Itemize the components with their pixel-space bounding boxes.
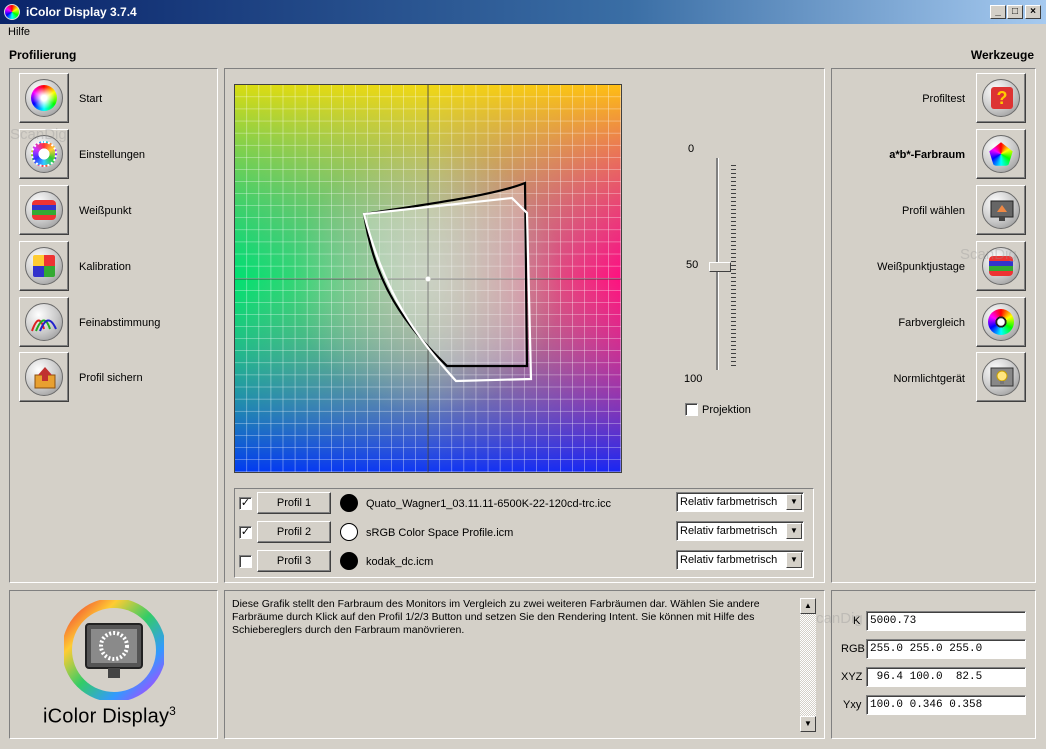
kalibration-button[interactable]	[19, 241, 69, 291]
profile-3-intent-select[interactable]: Relativ farbmetrisch ▼	[676, 550, 804, 570]
profile-3-swatch	[340, 552, 358, 570]
scroll-up-icon[interactable]: ▲	[800, 598, 816, 614]
description-scrollbar[interactable]: ▲ ▼	[800, 598, 816, 732]
weisspunkt-button[interactable]	[19, 185, 69, 235]
weisspunktjustage-label: Weißpunktjustage	[877, 261, 965, 273]
start-button[interactable]	[19, 73, 69, 123]
profil-sichern-button[interactable]	[19, 352, 69, 402]
gamut-plot	[235, 85, 621, 472]
profil-waehlen-button[interactable]	[976, 185, 1026, 235]
profile-select-icon	[990, 200, 1014, 221]
chevron-down-icon[interactable]: ▼	[786, 523, 802, 539]
profiltest-button[interactable]: ?	[976, 73, 1026, 123]
title-bar: iColor Display 3.7.4 _ □ ×	[0, 0, 1046, 24]
logo-text-main: iColor Display	[43, 705, 170, 728]
profile-3-intent-value: Relativ farbmetrisch	[680, 554, 778, 566]
logo-superscript: 3	[169, 704, 177, 718]
profiltest-label: Profiltest	[922, 93, 965, 105]
measure-label-yxy: Yxy	[843, 699, 862, 711]
color-wheel-icon	[31, 85, 57, 111]
normlichtgeraet-label: Normlichtgerät	[893, 373, 965, 385]
icolor-logo-icon	[64, 600, 164, 700]
lightness-slider-thumb[interactable]	[709, 262, 731, 272]
settings-wheel-icon	[31, 141, 57, 167]
profile-2-intent-value: Relativ farbmetrisch	[680, 525, 778, 537]
farbvergleich-button[interactable]	[976, 297, 1026, 347]
save-box-icon	[34, 367, 56, 389]
measure-field-xyz[interactable]: 96.4 100.0 82.5	[866, 667, 1026, 687]
profile-2-file: sRGB Color Space Profile.icm	[366, 527, 514, 539]
einstellungen-label: Einstellungen	[79, 149, 146, 161]
weisspunkt-label: Weißpunkt	[79, 205, 132, 217]
slider-ticks	[731, 165, 736, 367]
maximize-button[interactable]: □	[1007, 5, 1023, 19]
profile-1-checkbox[interactable]: ✓	[239, 497, 252, 510]
app-icon	[4, 4, 20, 20]
measure-label-k: K	[853, 615, 861, 627]
measure-field-rgb[interactable]: 255.0 255.0 255.0	[866, 639, 1026, 659]
ab-farbraum-label: a*b*-Farbraum	[889, 149, 965, 161]
profile-2-intent-select[interactable]: Relativ farbmetrisch ▼	[676, 521, 804, 541]
watermark: ScanDig	[960, 246, 1017, 263]
projection-checkbox[interactable]	[685, 403, 698, 416]
logo-text: iColor Display3	[43, 704, 176, 729]
ab-farbraum-button[interactable]	[976, 129, 1026, 179]
white-point-icon	[32, 200, 56, 220]
color-compare-icon	[988, 309, 1014, 335]
profile-3-file: kodak_dc.icm	[366, 556, 434, 568]
profile-1-file: Quato_Wagner1_03.11.11-6500K-22-120cd-tr…	[366, 498, 611, 510]
menu-bar: Hilfe	[0, 24, 1046, 42]
description-text: Diese Grafik stellt den Farbraum des Mon…	[232, 598, 760, 636]
slider-bottom-label: 100	[684, 373, 703, 385]
profil-sichern-label: Profil sichern	[79, 372, 143, 384]
normlichtgeraet-button[interactable]	[976, 352, 1026, 402]
projection-label: Projektion	[702, 404, 751, 416]
measure-field-k[interactable]: 5000.73	[866, 611, 1026, 631]
curves-icon	[31, 319, 57, 332]
profile-3-checkbox[interactable]	[239, 555, 252, 568]
slider-mid-label: 50	[686, 259, 699, 271]
window-title: iColor Display 3.7.4	[26, 5, 137, 19]
watermark: ScanDig	[10, 126, 67, 143]
measure-label-xyz: XYZ	[841, 671, 863, 683]
white-point-marker	[425, 276, 431, 282]
ab-gamut-chart[interactable]	[234, 84, 622, 473]
feinabstimmung-button[interactable]	[19, 297, 69, 347]
question-icon: ?	[991, 87, 1013, 109]
minimize-button[interactable]: _	[990, 5, 1006, 19]
profile-1-intent-value: Relativ farbmetrisch	[680, 496, 778, 508]
kalibration-label: Kalibration	[79, 261, 131, 273]
feinabstimmung-label: Feinabstimmung	[79, 317, 161, 329]
section-title-werkzeuge: Werkzeuge	[970, 48, 1034, 62]
profil-3-button[interactable]: Profil 3	[257, 550, 331, 572]
chevron-down-icon[interactable]: ▼	[786, 552, 802, 568]
calibration-grid-icon	[33, 255, 55, 277]
profile-2-checkbox[interactable]: ✓	[239, 526, 252, 539]
profile-1-intent-select[interactable]: Relativ farbmetrisch ▼	[676, 492, 804, 512]
profil-waehlen-label: Profil wählen	[902, 205, 965, 217]
slider-top-label: 0	[688, 143, 695, 155]
close-button[interactable]: ×	[1025, 5, 1041, 19]
chevron-down-icon[interactable]: ▼	[786, 494, 802, 510]
measure-label-rgb: RGB	[841, 643, 865, 655]
menu-hilfe[interactable]: Hilfe	[8, 26, 30, 38]
farbvergleich-label: Farbvergleich	[898, 317, 965, 329]
scroll-down-icon[interactable]: ▼	[800, 716, 816, 732]
light-box-icon	[990, 367, 1014, 387]
start-label: Start	[79, 93, 103, 105]
section-title-profilierung: Profilierung	[9, 48, 77, 62]
profile-2-swatch	[340, 523, 358, 541]
profil-2-button[interactable]: Profil 2	[257, 521, 331, 543]
profile-1-swatch	[340, 494, 358, 512]
profil-1-button[interactable]: Profil 1	[257, 492, 331, 514]
measure-field-yxy[interactable]: 100.0 0.346 0.358	[866, 695, 1026, 715]
